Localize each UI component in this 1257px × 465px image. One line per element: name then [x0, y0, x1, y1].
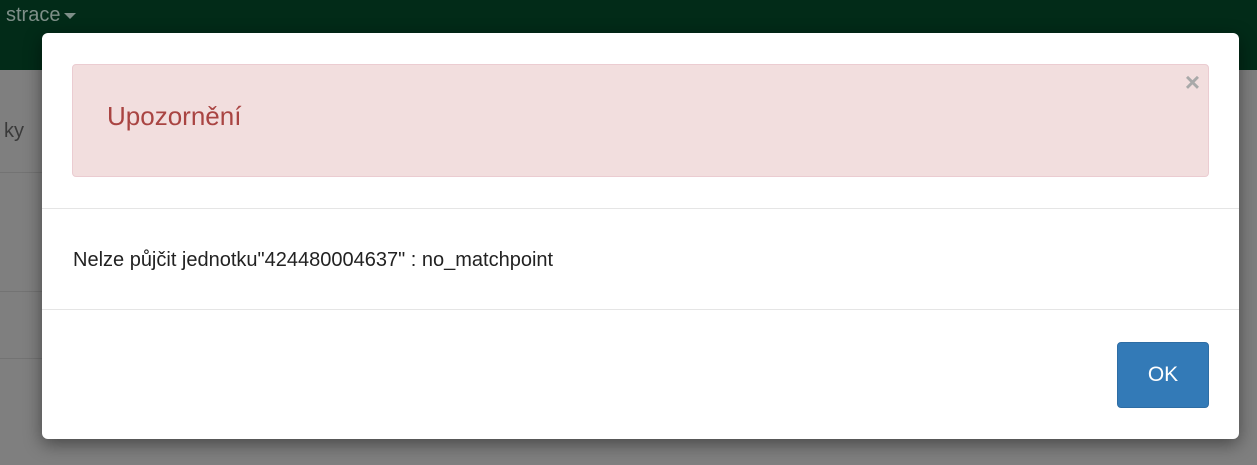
alert-title: Upozornění [107, 101, 242, 131]
background-text-fragment: ky [4, 120, 24, 142]
caret-down-icon [64, 12, 77, 19]
screen: strace ky Upozornění × Nelze půjčit jedn… [0, 0, 1257, 465]
ok-button[interactable]: OK [1117, 342, 1209, 408]
background-nav-dropdown: strace [6, 4, 77, 27]
dialog-body: Nelze půjčit jednotku"424480004637" : no… [42, 209, 1239, 310]
alert-dialog: Upozornění × Nelze půjčit jednotku"42448… [42, 33, 1239, 439]
dialog-header: Upozornění × [42, 33, 1239, 209]
close-icon[interactable]: × [1185, 67, 1200, 97]
dialog-message: Nelze půjčit jednotku"424480004637" : no… [73, 249, 554, 271]
warning-alert: Upozornění × [72, 64, 1209, 177]
background-nav-label: strace [6, 4, 61, 26]
dialog-footer: OK [42, 310, 1239, 439]
